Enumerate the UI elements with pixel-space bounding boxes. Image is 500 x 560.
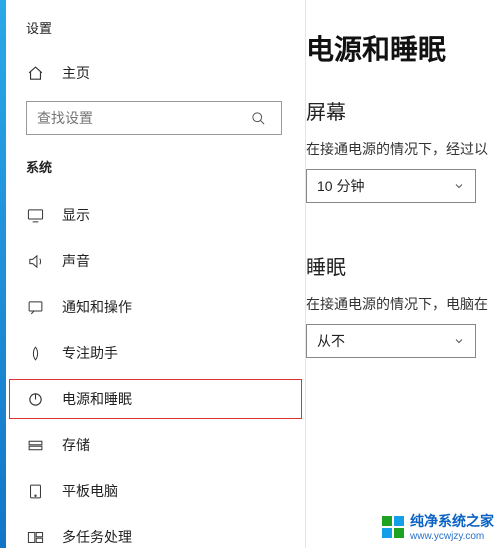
focus-icon	[26, 345, 44, 362]
sidebar-item-label: 电源和睡眠	[62, 389, 132, 409]
sidebar-item-label: 显示	[62, 205, 90, 225]
sidebar-item-focus[interactable]: 专注助手	[6, 330, 305, 376]
chevron-down-icon	[453, 335, 465, 347]
watermark-name: 纯净系统之家	[410, 513, 494, 529]
group-label: 系统	[6, 135, 305, 182]
app-title: 设置	[6, 18, 305, 37]
notification-icon	[26, 299, 44, 316]
screen-timeout-select[interactable]: 10 分钟	[306, 169, 476, 203]
search-input[interactable]	[26, 101, 282, 135]
nav-list: 显示 声音 通知和操作 专注助手 电源和睡眠 存储	[6, 192, 305, 560]
watermark-logo-icon	[382, 516, 404, 538]
sidebar-item-label: 存储	[62, 435, 90, 455]
sidebar-item-label: 通知和操作	[62, 297, 132, 317]
home-button[interactable]: 主页	[6, 55, 305, 91]
sidebar-item-label: 多任务处理	[62, 527, 132, 547]
home-label: 主页	[62, 63, 90, 83]
search-field[interactable]	[27, 110, 251, 126]
screen-timeout-value: 10 分钟	[317, 176, 364, 196]
display-icon	[26, 207, 44, 224]
chevron-down-icon	[453, 180, 465, 192]
home-icon	[26, 65, 44, 82]
sidebar-item-sound[interactable]: 声音	[6, 238, 305, 284]
watermark-url: www.ycwjzy.com	[410, 531, 494, 542]
sleep-timeout-value: 从不	[317, 331, 345, 351]
sidebar-item-label: 专注助手	[62, 343, 118, 363]
power-icon	[26, 391, 44, 408]
sidebar-item-notifications[interactable]: 通知和操作	[6, 284, 305, 330]
screen-section-title: 屏幕	[306, 96, 500, 125]
sleep-desc: 在接通电源的情况下，电脑在	[306, 294, 500, 314]
tablet-icon	[26, 483, 44, 500]
search-icon	[251, 111, 281, 126]
multitask-icon	[26, 529, 44, 546]
watermark: 纯净系统之家 www.ycwjzy.com	[382, 511, 494, 542]
sidebar-item-power[interactable]: 电源和睡眠	[6, 376, 305, 422]
page-title: 电源和睡眠	[306, 28, 500, 68]
sidebar-item-label: 平板电脑	[62, 481, 118, 501]
screen-desc: 在接通电源的情况下，经过以	[306, 139, 500, 159]
sidebar-item-label: 声音	[62, 251, 90, 271]
sidebar-item-storage[interactable]: 存储	[6, 422, 305, 468]
sidebar-item-multitask[interactable]: 多任务处理	[6, 514, 305, 560]
main-panel: 电源和睡眠 屏幕 在接通电源的情况下，经过以 10 分钟 睡眠 在接通电源的情况…	[306, 0, 500, 548]
sleep-timeout-select[interactable]: 从不	[306, 324, 476, 358]
sidebar-item-display[interactable]: 显示	[6, 192, 305, 238]
settings-sidebar: 设置 主页 系统 显示 声音	[6, 0, 306, 548]
storage-icon	[26, 437, 44, 454]
sound-icon	[26, 253, 44, 270]
sleep-section-title: 睡眠	[306, 251, 500, 280]
sidebar-item-tablet[interactable]: 平板电脑	[6, 468, 305, 514]
